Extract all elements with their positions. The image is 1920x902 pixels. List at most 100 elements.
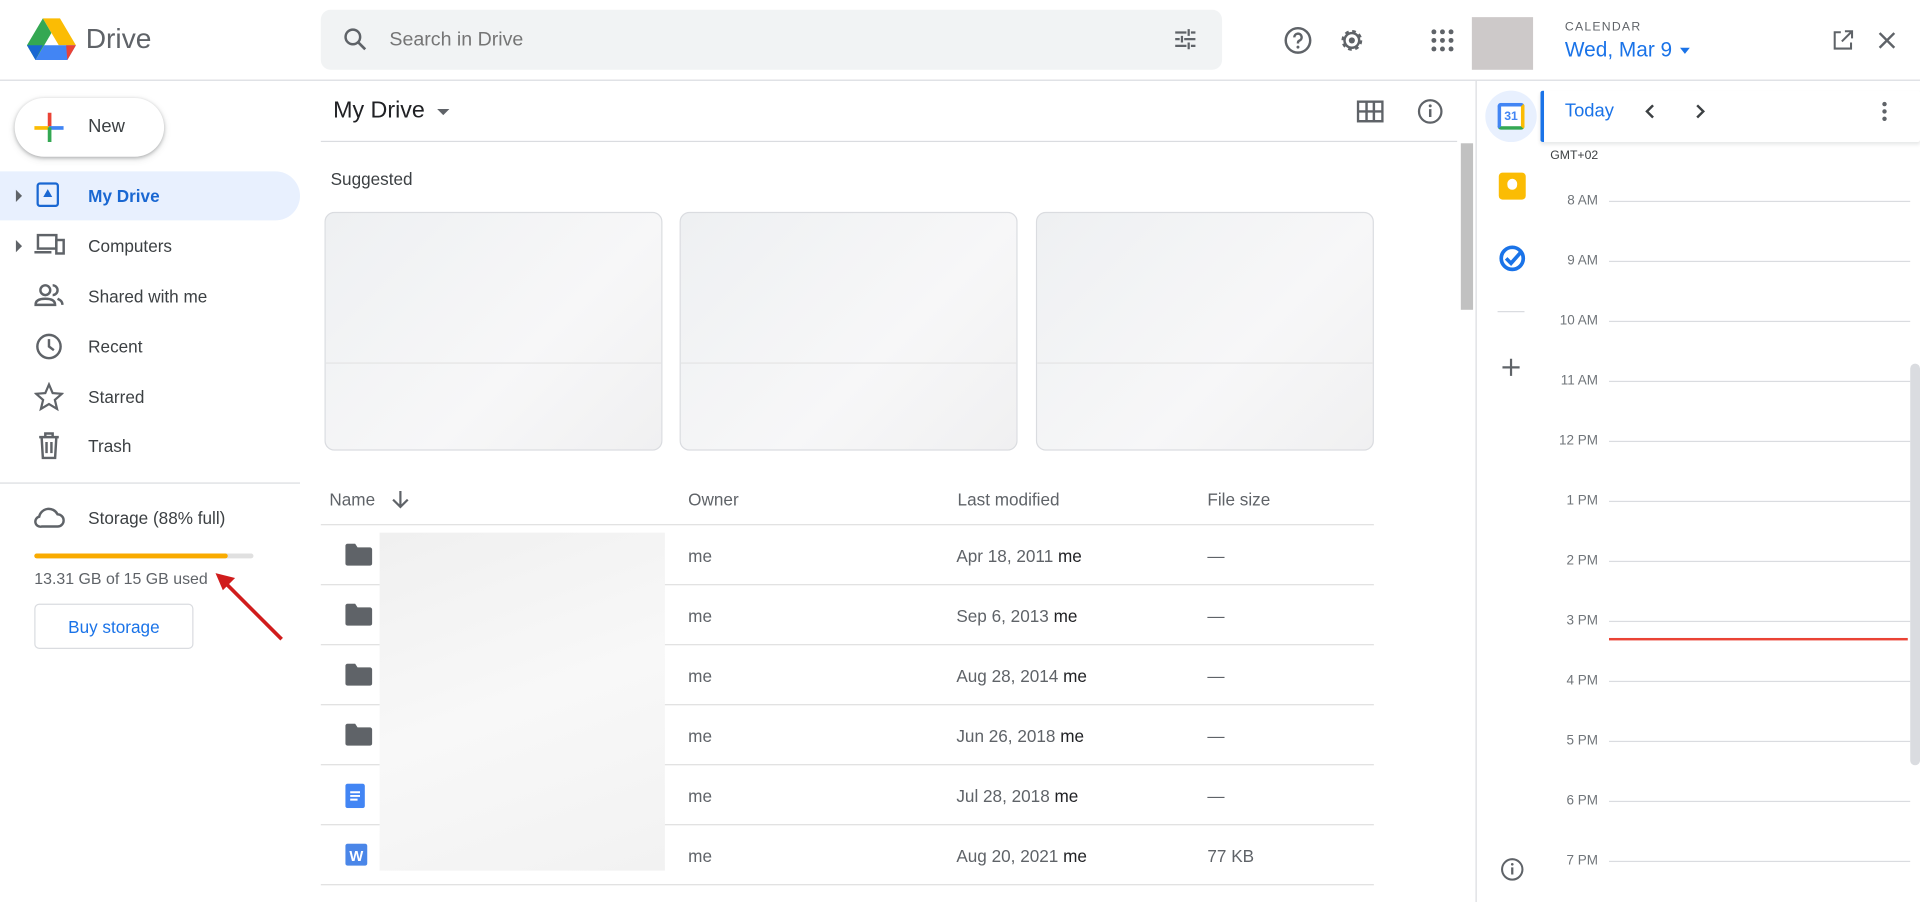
modified-date: Aug 28, 2014: [956, 666, 1059, 686]
sort-arrow-down-icon[interactable]: [392, 490, 409, 510]
next-day-chevron-icon[interactable]: [1691, 102, 1708, 122]
modified-date: Sep 6, 2013: [956, 606, 1049, 626]
today-button[interactable]: Today: [1565, 100, 1614, 121]
close-panel-icon[interactable]: [1872, 26, 1901, 55]
cloud-icon: [33, 504, 65, 531]
hour-gridline: [1608, 440, 1911, 443]
column-header-name[interactable]: Name: [329, 489, 409, 510]
hour-slot[interactable]: 2 PM: [1543, 553, 1911, 576]
owner-cell: me: [688, 546, 712, 566]
suggested-card[interactable]: [324, 211, 663, 451]
hour-slot[interactable]: 3 PM: [1543, 613, 1911, 636]
help-icon[interactable]: [1282, 24, 1314, 56]
calendar-app-button[interactable]: 31: [1485, 90, 1537, 143]
hour-label: 10 AM: [1559, 313, 1598, 329]
buy-storage-button[interactable]: Buy storage: [34, 603, 194, 649]
storage-label[interactable]: Storage (88% full): [88, 508, 225, 528]
sidebar-item-label: Computers: [88, 236, 173, 256]
column-header-file-size[interactable]: File size: [1207, 490, 1270, 510]
hour-slot[interactable]: 5 PM: [1543, 733, 1911, 756]
hour-label: 4 PM: [1566, 673, 1598, 689]
hour-slot[interactable]: 11 AM: [1543, 373, 1911, 396]
tasks-icon[interactable]: [1498, 244, 1527, 273]
calendar-date-dropdown[interactable]: Wed, Mar 9: [1565, 38, 1690, 62]
hour-label: 8 AM: [1567, 193, 1598, 209]
trash-icon: [34, 431, 63, 460]
drive-logo[interactable]: [26, 17, 76, 61]
hour-slot[interactable]: 9 AM: [1543, 253, 1911, 276]
search-bar[interactable]: [320, 9, 1223, 70]
new-button-label: New: [88, 116, 125, 138]
size-cell: —: [1207, 666, 1225, 686]
column-label: Name: [329, 489, 376, 510]
hour-gridline: [1608, 620, 1911, 623]
modified-cell: Aug 28, 2014 me: [956, 666, 1087, 686]
hour-slot[interactable]: 12 PM: [1543, 433, 1911, 456]
search-options-icon[interactable]: [1171, 24, 1200, 53]
info-icon[interactable]: [1414, 97, 1446, 126]
hour-label: 3 PM: [1566, 613, 1598, 629]
sidebar-item-my-drive[interactable]: My Drive: [0, 171, 301, 221]
red-arrow-annotation: [215, 573, 283, 641]
open-in-new-tab-icon[interactable]: [1828, 26, 1857, 55]
size-cell: —: [1207, 726, 1225, 746]
sidebar-item-recent[interactable]: Recent: [0, 322, 300, 371]
hour-slot[interactable]: 7 PM: [1543, 853, 1911, 876]
expand-arrow-icon[interactable]: [15, 189, 23, 203]
search-input[interactable]: [389, 22, 1125, 59]
search-icon[interactable]: [340, 24, 369, 53]
computers-icon: [34, 231, 65, 260]
column-header-owner[interactable]: Owner: [688, 490, 738, 510]
more-options-icon[interactable]: [1880, 100, 1890, 122]
owner-cell: me: [688, 666, 712, 686]
settings-gear-icon[interactable]: [1336, 24, 1368, 56]
calendar-icon: 31: [1497, 102, 1525, 130]
my-drive-title-dropdown[interactable]: My Drive: [333, 98, 450, 125]
hour-label: 6 PM: [1566, 793, 1598, 809]
modified-date: Apr 18, 2011: [956, 546, 1054, 566]
google-apps-icon[interactable]: [1427, 24, 1459, 56]
chevron-down-icon: [437, 108, 450, 115]
expand-arrow-icon[interactable]: [15, 240, 23, 253]
main-scrollbar[interactable]: [1460, 143, 1474, 310]
word-icon: W: [345, 843, 368, 870]
hour-label: 7 PM: [1566, 853, 1598, 869]
sidebar-item-label: Trash: [88, 435, 132, 456]
storage-bar: [34, 553, 254, 559]
star-icon: [33, 381, 65, 412]
info-icon[interactable]: [1500, 857, 1524, 881]
new-button[interactable]: New: [14, 97, 165, 157]
hour-slot[interactable]: 8 AM: [1543, 193, 1911, 216]
grid-view-icon[interactable]: [1354, 97, 1386, 126]
owner-cell: me: [688, 786, 712, 806]
previous-day-chevron-icon[interactable]: [1642, 102, 1659, 122]
size-cell: —: [1207, 786, 1225, 806]
sidebar-item-computers[interactable]: Computers: [0, 222, 300, 271]
suggested-card[interactable]: [679, 211, 1018, 451]
suggested-card[interactable]: [1035, 211, 1374, 451]
hour-slot[interactable]: 4 PM: [1543, 673, 1911, 696]
account-avatar[interactable]: [1471, 17, 1534, 70]
folder-icon: [345, 663, 373, 690]
calendar-panel-label: CALENDAR: [1564, 20, 1642, 35]
sidebar-item-trash[interactable]: Trash: [0, 421, 300, 470]
sidebar-divider: [0, 482, 301, 484]
sidebar-item-starred[interactable]: Starred: [0, 372, 300, 421]
hour-slot[interactable]: 10 AM: [1543, 313, 1911, 336]
keep-icon[interactable]: [1498, 172, 1526, 200]
storage-bar-fill: [34, 553, 228, 559]
add-addon-plus-icon[interactable]: [1501, 358, 1521, 378]
sidebar-item-shared-with-me[interactable]: Shared with me: [0, 272, 300, 321]
hour-slot[interactable]: 1 PM: [1543, 493, 1911, 516]
hour-label: 2 PM: [1566, 553, 1598, 569]
blurred-file-names: [379, 532, 665, 871]
my-drive-icon: [34, 181, 63, 210]
column-header-last-modified[interactable]: Last modified: [958, 490, 1060, 510]
hour-gridline: [1608, 740, 1911, 743]
hour-gridline: [1608, 800, 1911, 803]
modified-by: me: [1063, 846, 1087, 866]
calendar-scrollbar[interactable]: [1910, 363, 1920, 766]
hour-slot[interactable]: 6 PM: [1543, 793, 1911, 816]
owner-cell: me: [688, 606, 712, 626]
folder-icon: [345, 603, 373, 630]
